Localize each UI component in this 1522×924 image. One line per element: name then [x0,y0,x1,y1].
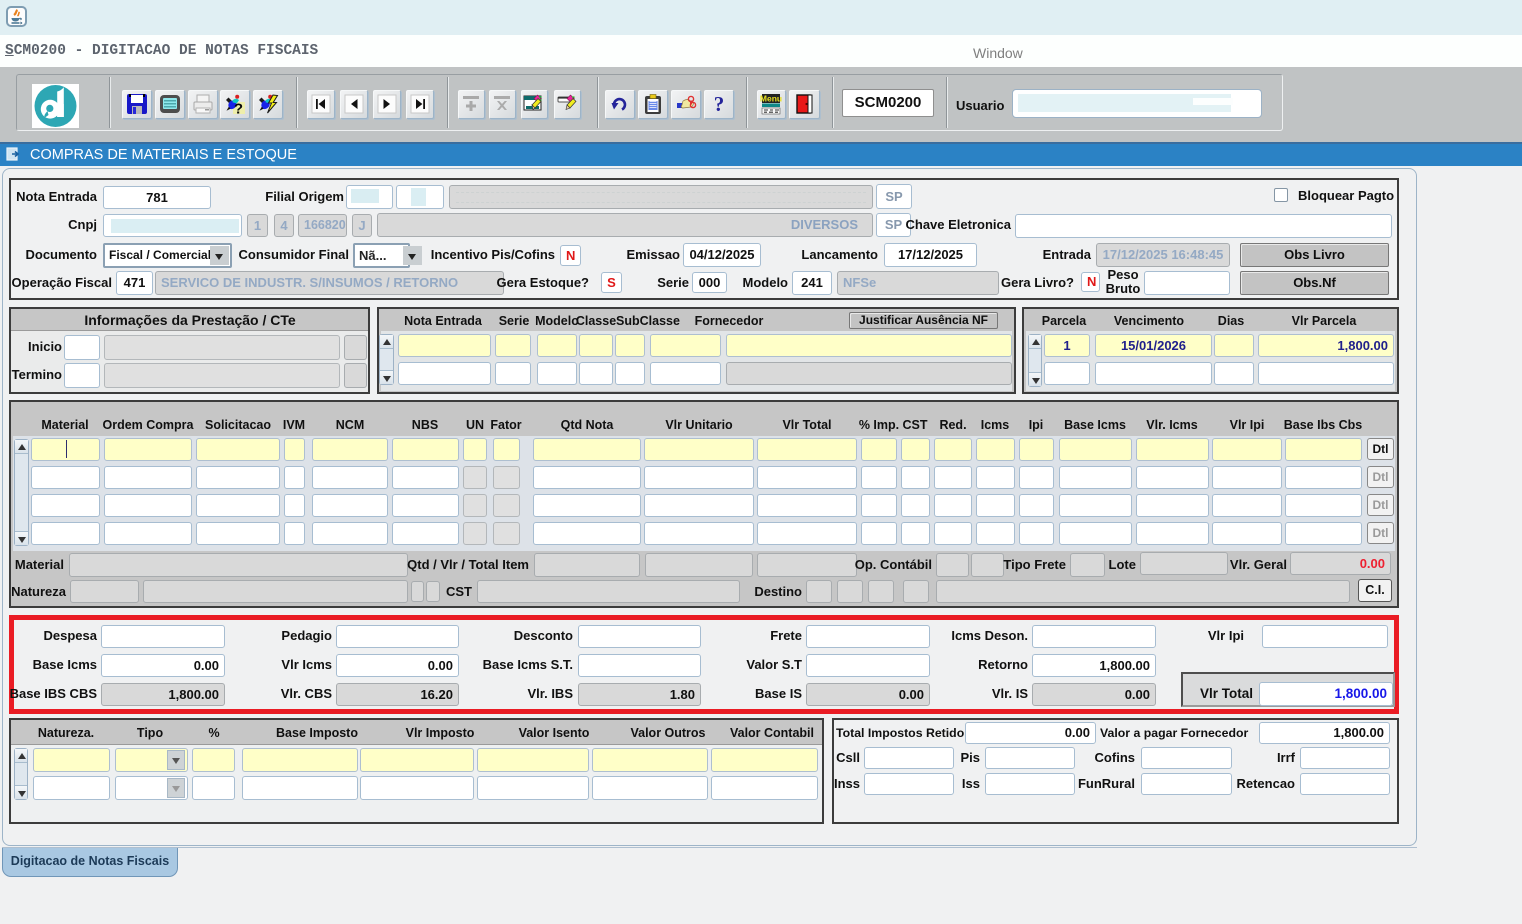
svg-text:?: ? [234,101,243,116]
svg-text:?: ? [714,93,725,115]
svg-text:Menu: Menu [760,94,782,104]
